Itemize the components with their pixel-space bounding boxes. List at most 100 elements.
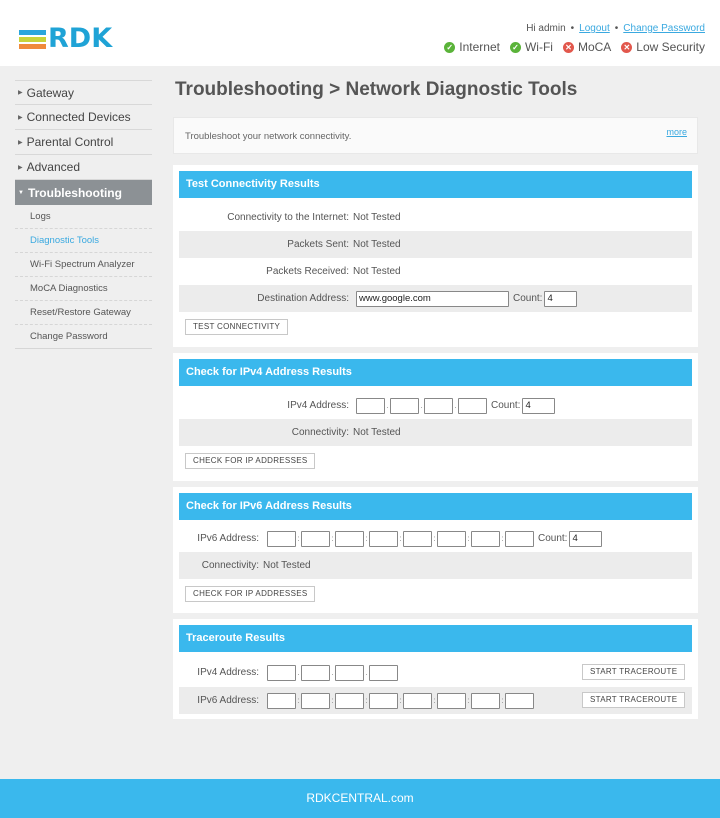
traceroute-ipv6-group-8-input[interactable] [505, 692, 534, 709]
sidebar-subitem-reset-restore[interactable]: Reset/Restore Gateway [15, 301, 152, 325]
ipv6-group-8-input[interactable] [505, 530, 534, 547]
field-value: Not Tested [353, 266, 401, 277]
status-wifi[interactable]: ✓ Wi-Fi [509, 40, 553, 54]
sidebar-subitem-label: Logs [30, 211, 51, 222]
traceroute-ipv6-group-7-input[interactable] [471, 692, 500, 709]
start-traceroute-ipv4-button[interactable]: START TRACEROUTE [582, 664, 686, 680]
ipv6-group-1-input[interactable] [267, 530, 296, 547]
sidebar-item-label: Advanced [26, 160, 80, 174]
sidebar-subitem-label: Change Password [30, 331, 108, 342]
count-input[interactable]: 4 [569, 530, 603, 547]
traceroute-panel: Traceroute Results IPv4 Address: . . . S… [173, 619, 698, 719]
header: RDK Hi admin • Logout • Change Password ✓ In… [0, 0, 720, 66]
sidebar-subitem-change-password[interactable]: Change Password [15, 325, 152, 349]
field-label: Destination Address: [257, 293, 349, 304]
intro-box: Troubleshoot your network connectivity. … [173, 117, 698, 154]
sidebar-subitem-label: MoCA Diagnostics [30, 283, 108, 294]
footer: RDKCENTRAL.com [0, 779, 720, 818]
traceroute-ipv4-octet-4-input[interactable] [369, 664, 398, 681]
sidebar-subitem-wifi-spectrum-analyzer[interactable]: Wi-Fi Spectrum Analyzer [15, 253, 152, 277]
field-value: Not Tested [353, 239, 401, 250]
sidebar-subitem-diagnostic-tools[interactable]: Diagnostic Tools [15, 229, 152, 253]
ipv4-octet-3-input[interactable] [424, 397, 453, 414]
traceroute-ipv6-group-1-input[interactable] [267, 692, 296, 709]
ipv4-check-panel: Check for IPv4 Address Results IPv4 Addr… [173, 353, 698, 481]
logo-stripes-icon [19, 29, 46, 49]
sidebar-subitem-logs[interactable]: Logs [15, 205, 152, 229]
chevron-right-icon: ▶ [18, 164, 23, 171]
ipv6-group-6-input[interactable] [437, 530, 466, 547]
ipv4-octet-1-input[interactable] [356, 397, 385, 414]
internet-connectivity-row: Connectivity to the Internet: Not Tested [179, 204, 692, 231]
sidebar-subitem-moca-diagnostics[interactable]: MoCA Diagnostics [15, 277, 152, 301]
traceroute-ipv6-group-4-input[interactable] [369, 692, 398, 709]
sidebar-item-advanced[interactable]: ▶ Advanced [15, 155, 152, 180]
count-input[interactable]: 4 [544, 290, 578, 307]
check-circle-icon: ✓ [444, 41, 456, 53]
traceroute-ipv6-group-2-input[interactable] [301, 692, 330, 709]
field-label: Connectivity: [201, 560, 259, 571]
ipv6-group-3-input[interactable] [335, 530, 364, 547]
sidebar-item-gateway[interactable]: ▶ Gateway [15, 80, 152, 105]
status-security[interactable]: ✕ Low Security [621, 40, 705, 54]
sidebar-item-connected-devices[interactable]: ▶ Connected Devices [15, 105, 152, 130]
user-bar: Hi admin • Logout • Change Password [526, 23, 705, 34]
traceroute-ipv4-octet-1-input[interactable] [267, 664, 296, 681]
destination-row: Destination Address: www.google.com Coun… [179, 285, 692, 312]
footer-link[interactable]: RDKCENTRAL.com [306, 791, 413, 805]
check-ipv4-button[interactable]: CHECK FOR IP ADDRESSES [185, 453, 316, 469]
field-value: Not Tested [353, 212, 401, 223]
ipv6-connectivity-row: Connectivity: Not Tested [179, 552, 692, 579]
greeting: Hi admin [526, 23, 566, 34]
separator-dot: • [570, 23, 575, 34]
test-connectivity-panel: Test Connectivity Results Connectivity t… [173, 165, 698, 347]
status-moca[interactable]: ✕ MoCA [562, 40, 612, 54]
field-label: IPv6 Address: [197, 533, 259, 544]
ipv6-address-row: IPv6 Address: : : : : : : : Count: 4 [179, 525, 692, 552]
sidebar-item-troubleshooting[interactable]: ▼ Troubleshooting [15, 180, 152, 205]
status-internet[interactable]: ✓ Internet [444, 40, 500, 54]
panel-title: Check for IPv6 Address Results [179, 493, 692, 520]
chevron-right-icon: ▶ [18, 139, 23, 146]
count-label: Count: [513, 293, 543, 304]
status-label: MoCA [577, 40, 612, 54]
test-connectivity-button[interactable]: TEST CONNECTIVITY [185, 319, 289, 335]
sidebar-item-label: Gateway [26, 85, 74, 100]
traceroute-ipv4-octet-2-input[interactable] [301, 664, 330, 681]
status-label: Internet [459, 40, 500, 54]
ipv6-group-7-input[interactable] [471, 530, 500, 547]
ipv6-group-5-input[interactable] [403, 530, 432, 547]
sidebar-item-label: Parental Control [26, 135, 114, 149]
ipv6-group-4-input[interactable] [369, 530, 398, 547]
check-ipv6-button[interactable]: CHECK FOR IP ADDRESSES [185, 586, 316, 602]
traceroute-ipv6-group-6-input[interactable] [437, 692, 466, 709]
rdk-logo[interactable]: RDK [19, 23, 113, 54]
traceroute-ipv6-group-3-input[interactable] [335, 692, 364, 709]
more-link[interactable]: more [666, 127, 687, 137]
ipv4-octet-4-input[interactable] [458, 397, 487, 414]
ipv4-connectivity-row: Connectivity: Not Tested [179, 419, 692, 446]
destination-address-input[interactable]: www.google.com [356, 290, 509, 307]
sidebar-item-label: Connected Devices [26, 110, 131, 124]
sidebar-item-parental-control[interactable]: ▶ Parental Control [15, 130, 152, 155]
ipv6-group-2-input[interactable] [301, 530, 330, 547]
count-input[interactable]: 4 [522, 397, 556, 414]
logo-text: RDK [48, 23, 113, 54]
panel-title: Check for IPv4 Address Results [179, 359, 692, 386]
start-traceroute-ipv6-button[interactable]: START TRACEROUTE [582, 692, 686, 708]
change-password-link[interactable]: Change Password [623, 23, 705, 34]
traceroute-ipv4-octet-3-input[interactable] [335, 664, 364, 681]
field-label: Connectivity to the Internet: [227, 212, 349, 223]
status-label: Low Security [636, 40, 705, 54]
page-title: Troubleshooting > Network Diagnostic Too… [175, 79, 578, 100]
field-label: Packets Received: [266, 266, 349, 277]
field-label: IPv6 Address: [197, 695, 259, 706]
chevron-right-icon: ▶ [18, 114, 23, 121]
ipv4-address-row: IPv4 Address: . . . Count: 4 [179, 392, 692, 419]
sidebar-subitem-label: Wi-Fi Spectrum Analyzer [30, 259, 135, 270]
traceroute-ipv6-group-5-input[interactable] [403, 692, 432, 709]
panel-title: Traceroute Results [179, 625, 692, 652]
field-label: Connectivity: [291, 427, 349, 438]
ipv4-octet-2-input[interactable] [390, 397, 419, 414]
logout-link[interactable]: Logout [579, 23, 610, 34]
